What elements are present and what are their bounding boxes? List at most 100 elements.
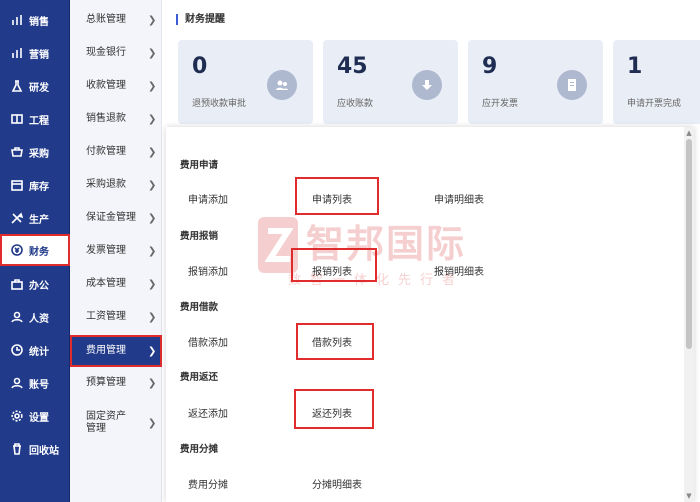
highlight-box [291, 248, 377, 282]
submenu-item[interactable]: 发票管理 ❯ [70, 235, 162, 267]
sidebar-item-label: 研发 [29, 82, 49, 94]
chevron-right-icon: ❯ [148, 14, 157, 26]
chevron-right-icon: ❯ [148, 345, 157, 357]
sidebar-item-settings[interactable]: 设置 [0, 400, 70, 432]
briefcase-icon [10, 277, 24, 291]
user-icon [10, 310, 24, 324]
card-value: 1 [627, 54, 643, 79]
reminder-card[interactable]: 9 应开发票 [468, 40, 603, 124]
scroll-up-icon[interactable]: ▲ [686, 129, 692, 137]
sidebar-item-engineering[interactable]: 工程 [0, 103, 70, 135]
reminder-card[interactable]: 45 应收账款 [323, 40, 458, 124]
chevron-right-icon: ❯ [148, 146, 157, 158]
sidebar-item-finance[interactable]: 财务 [0, 234, 70, 266]
section-title: 费用借款 [180, 302, 219, 313]
reminder-card[interactable]: 0 退预收款审批 [178, 40, 313, 124]
submenu-item[interactable]: 保证金管理 ❯ [70, 202, 162, 234]
menu-link-loan-add[interactable]: 借款添加 [188, 334, 228, 349]
sidebar-item-label: 财务 [29, 246, 49, 258]
invoice-icon [557, 70, 587, 100]
cart-icon [10, 145, 24, 159]
submenu-item[interactable]: 采购退款 ❯ [70, 169, 162, 201]
book-icon [10, 112, 24, 126]
sidebar-item-label: 办公 [29, 280, 49, 292]
menu-link-allocate-detail[interactable]: 分摊明细表 [312, 476, 362, 491]
menu-link-apply-detail[interactable]: 申请明细表 [434, 191, 484, 206]
card-caption: 应开发票 [482, 99, 519, 109]
card-value: 9 [482, 54, 498, 79]
submenu-item[interactable]: 工资管理 ❯ [70, 301, 162, 333]
clock-icon [10, 343, 24, 357]
chevron-right-icon: ❯ [148, 278, 157, 290]
highlight-box [294, 389, 374, 429]
download-icon [412, 70, 442, 100]
sidebar-item-production[interactable]: 生产 [0, 202, 70, 234]
scrollbar-thumb[interactable] [686, 139, 692, 349]
sidebar-item-label: 营销 [29, 49, 49, 61]
chevron-right-icon: ❯ [148, 417, 157, 429]
chevron-right-icon: ❯ [148, 377, 157, 389]
scrollbar[interactable]: ▲ ▼ [684, 127, 694, 502]
bar-chart-icon [10, 46, 24, 60]
sidebar-item-purchase[interactable]: 采购 [0, 136, 70, 168]
submenu-item-expense[interactable]: 费用管理 ❯ [70, 335, 162, 367]
sidebar-item-rnd[interactable]: 研发 [0, 70, 70, 102]
submenu-item[interactable]: 预算管理 ❯ [70, 367, 162, 399]
sidebar-item-sales[interactable]: 销售 [0, 4, 70, 36]
finance-reminder-title: 财务提醒 [176, 14, 225, 25]
chevron-right-icon: ❯ [148, 311, 157, 323]
sidebar-item-account[interactable]: 账号 [0, 367, 70, 399]
sidebar-item-label: 统计 [29, 346, 49, 358]
box-icon [10, 178, 24, 192]
menu-link-reimburse-add[interactable]: 报销添加 [188, 263, 228, 278]
menu-link-reimburse-detail[interactable]: 报销明细表 [434, 263, 484, 278]
sidebar-item-marketing[interactable]: 营销 [0, 37, 70, 69]
sidebar-item-label: 销售 [29, 16, 49, 28]
sidebar-item-label: 账号 [29, 379, 49, 391]
submenu-item[interactable]: 销售退款 ❯ [70, 103, 162, 135]
section-title: 费用报销 [180, 231, 219, 242]
chevron-right-icon: ❯ [148, 80, 157, 92]
submenu-item[interactable]: 付款管理 ❯ [70, 136, 162, 168]
menu-link-apply-add[interactable]: 申请添加 [188, 191, 228, 206]
tools-icon [10, 211, 24, 225]
finance-submenu: 总账管理 ❯ 现金银行 ❯ 收款管理 ❯ 销售退款 ❯ 付款管理 ❯ 采购退款 ❯ 保证金管… [70, 0, 162, 502]
chevron-right-icon: ❯ [148, 245, 157, 257]
sidebar-item-stats[interactable]: 统计 [0, 334, 70, 366]
section-title: 费用申请 [180, 160, 219, 171]
menu-link-return-add[interactable]: 返还添加 [188, 405, 228, 420]
card-caption: 应收账款 [337, 99, 374, 109]
sidebar-item-label: 人资 [29, 313, 49, 325]
sidebar-item-hr[interactable]: 人资 [0, 301, 70, 333]
submenu-item[interactable]: 现金银行 ❯ [70, 37, 162, 69]
sidebar-item-inventory[interactable]: 库存 [0, 169, 70, 201]
card-caption: 退预收款审批 [192, 99, 247, 109]
flask-icon [10, 79, 24, 93]
expense-menu-panel: 费用申请 申请添加 申请列表 申请明细表 费用报销 报销添加 报销列表 报销明细… [166, 127, 694, 502]
chevron-right-icon: ❯ [148, 212, 157, 224]
sidebar-item-label: 回收站 [29, 445, 59, 457]
sidebar-item-office[interactable]: 办公 [0, 268, 70, 300]
submenu-item[interactable]: 总账管理 ❯ [70, 4, 162, 36]
submenu-item[interactable]: 固定资产 管理 ❯ [70, 404, 162, 442]
scroll-down-icon[interactable]: ▼ [686, 492, 692, 500]
trash-icon [10, 442, 24, 456]
chevron-right-icon: ❯ [148, 179, 157, 191]
sidebar-item-recycle-bin[interactable]: 回收站 [0, 433, 70, 465]
highlight-box [295, 177, 379, 215]
user-icon [10, 376, 24, 390]
chevron-right-icon: ❯ [148, 47, 157, 59]
reminder-card[interactable]: 1 申请开票完成 [613, 40, 700, 124]
sidebar-item-label: 库存 [29, 181, 49, 193]
highlight-box [296, 323, 374, 360]
submenu-item[interactable]: 收款管理 ❯ [70, 70, 162, 102]
menu-link-allocate[interactable]: 费用分摊 [188, 476, 228, 491]
sidebar-item-label: 采购 [29, 148, 49, 160]
section-title: 费用返还 [180, 372, 219, 383]
users-icon [267, 70, 297, 100]
card-caption: 申请开票完成 [627, 99, 682, 109]
sidebar-item-label: 工程 [29, 115, 49, 127]
submenu-item[interactable]: 成本管理 ❯ [70, 268, 162, 300]
coin-icon [10, 243, 24, 257]
gear-icon [10, 409, 24, 423]
